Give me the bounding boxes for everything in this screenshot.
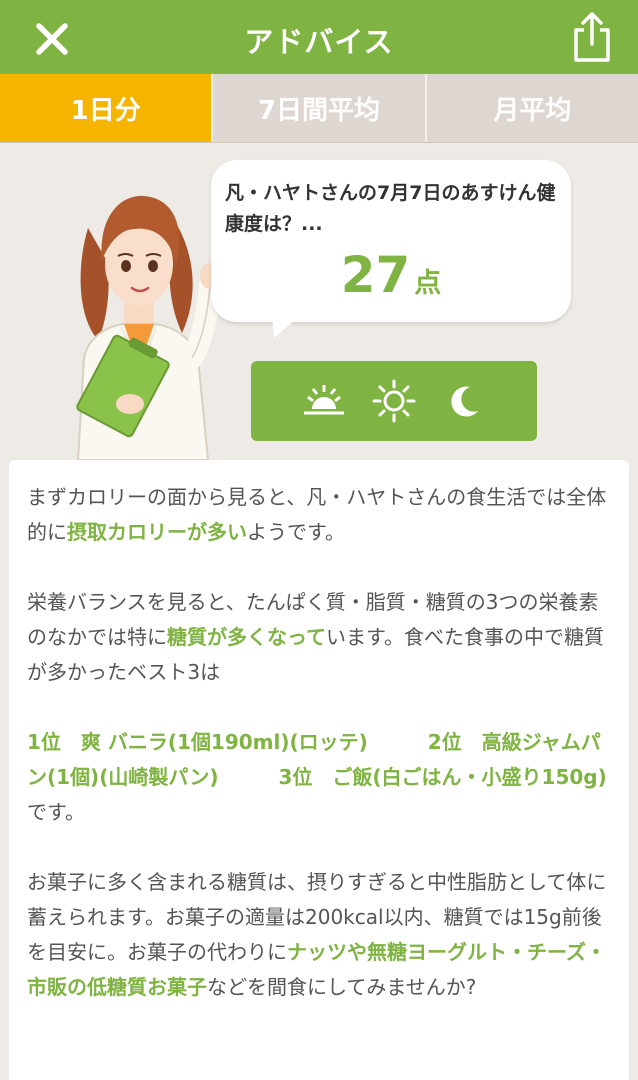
tab-7-day-average[interactable]: 7日間平均 (213, 74, 427, 142)
advice-highlight: 糖質が多くなって (167, 625, 326, 649)
period-tabs: 1日分 7日間平均 月平均 (0, 74, 638, 143)
health-score: 27 点 (211, 246, 571, 304)
advice-text: などを間食にしてみませんか? (207, 975, 477, 999)
page-title: アドバイス (244, 25, 394, 59)
carb-ranking-list: 1位 爽 バニラ(1個190ml)(ロッテ) 2位 高級ジャムパン(1個)(山崎… (27, 730, 607, 789)
meal-time-selector (251, 361, 537, 441)
sun-icon[interactable] (372, 379, 416, 423)
advisor-character-illustration (58, 168, 226, 461)
app-header: アドバイス (0, 0, 638, 74)
advice-balance-paragraph: 栄養バランスを見ると、たんぱく質・脂質・糖質の3つの栄養素のなかでは特に糖質が多… (27, 585, 611, 690)
speech-bubble-tail (268, 314, 308, 340)
health-score-question: 凡・ハヤトさんの7月7日のあすけん健康度は？... (225, 182, 556, 235)
tab-monthly-average[interactable]: 月平均 (427, 74, 638, 142)
advice-highlight: 摂取カロリーが多い (67, 520, 247, 544)
advice-text: ようです。 (247, 520, 345, 544)
advice-snack-paragraph: お菓子に多く含まれる糖質は、摂りすぎると中性脂肪として体に蓄えられます。お菓子の… (27, 865, 611, 1005)
sunrise-icon[interactable] (302, 379, 346, 423)
share-icon[interactable] (570, 10, 614, 64)
advice-text: です。 (27, 800, 85, 824)
advice-calorie-paragraph: まずカロリーの面から見ると、凡・ハヤトさんの食生活では全体的に摂取カロリーが多い… (27, 480, 611, 550)
health-score-value: 27 (340, 246, 411, 304)
health-score-unit: 点 (414, 268, 442, 299)
advice-card: まずカロリーの面から見ると、凡・ハヤトさんの食生活では全体的に摂取カロリーが多い… (9, 460, 629, 1080)
moon-icon[interactable] (442, 379, 486, 423)
advice-ranking-paragraph: 1位 爽 バニラ(1個190ml)(ロッテ) 2位 高級ジャムパン(1個)(山崎… (27, 725, 611, 830)
tab-1-day[interactable]: 1日分 (0, 74, 214, 142)
speech-bubble: 凡・ハヤトさんの7月7日のあすけん健康度は？... 27 点 (211, 160, 571, 322)
